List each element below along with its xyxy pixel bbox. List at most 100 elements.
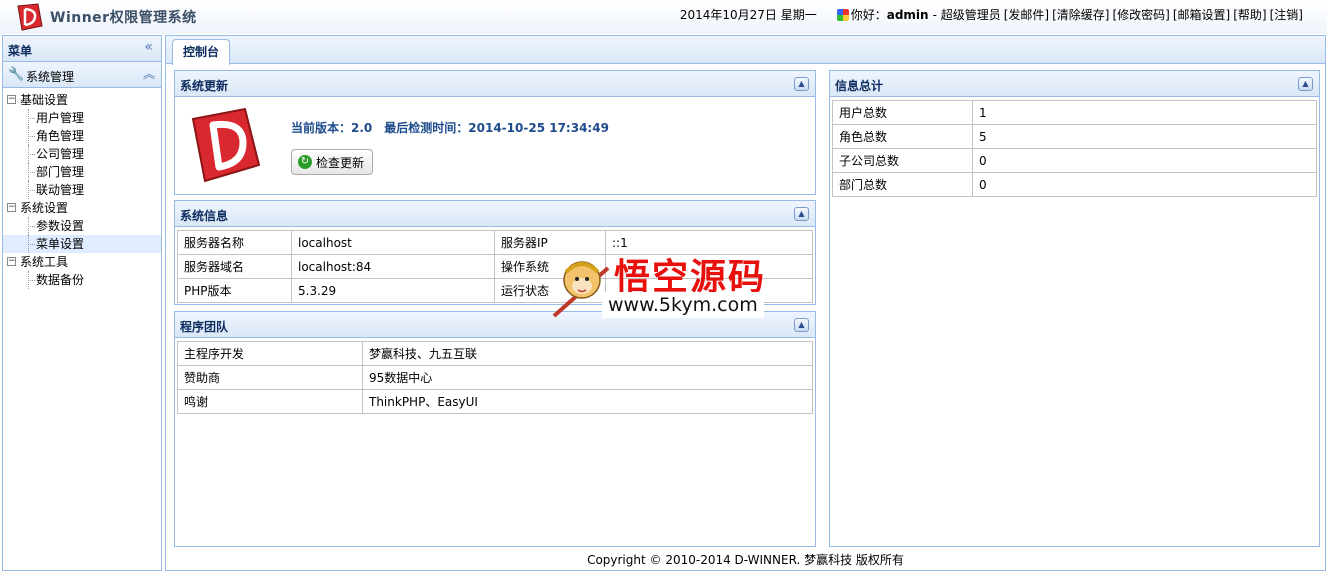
panel-header: 系统信息 ▲ (175, 201, 815, 227)
product-logo-icon (191, 107, 261, 183)
last-check-time: 2014-10-25 17:34:49 (468, 121, 609, 135)
tree-node-label: 部门管理 (36, 165, 85, 179)
table-row: 赞助商 95数据中心 (177, 365, 813, 390)
panel-title: 信息总计 (835, 79, 884, 93)
info-summary-table: 用户总数 1 角色总数 5 子公司总数 0 部门总数 0 (832, 100, 1317, 197)
wrench-icon: 🔧 (8, 67, 25, 82)
program-team-table: 主程序开发 梦赢科技、九五互联 赞助商 95数据中心 鸣谢 ThinkPHP、E… (177, 341, 813, 414)
program-team-panel: 程序团队 ▲ 主程序开发 梦赢科技、九五互联 赞助商 95数据中心 鸣谢 Thi… (174, 311, 816, 547)
send-mail-link[interactable]: [发邮件] (1004, 6, 1049, 23)
app-title: Winner权限管理系统 (50, 10, 197, 26)
table-row: 主程序开发 梦赢科技、九五互联 (177, 341, 813, 366)
accordion-header-system[interactable]: 🔧 系统管理 ︽ (3, 62, 161, 88)
logout-link[interactable]: [注销] (1270, 6, 1303, 23)
table-cell: 用户总数 (832, 100, 973, 125)
footer-copyright: Copyright © 2010-2014 D-WINNER. 梦赢科技 版权所… (587, 553, 904, 567)
table-cell: 服务器域名 (177, 254, 292, 279)
sidebar-title: 菜单 (8, 44, 33, 58)
table-cell: 0 (972, 148, 1317, 173)
table-row: 子公司总数 0 (832, 148, 1317, 173)
tree-node-label: 联动管理 (36, 183, 85, 197)
collapse-panel-button[interactable]: ▲ (794, 207, 809, 221)
table-cell: 角色总数 (832, 124, 973, 149)
table-row: 角色总数 5 (832, 124, 1317, 149)
greeting-label: 你好： (850, 8, 887, 22)
user-icon (836, 8, 849, 21)
system-update-panel: 系统更新 ▲ 当前版本：2.0 最后检测时间：2014-10-25 17:34:4… (174, 70, 816, 195)
current-version: 当前版本：2.0 (291, 121, 373, 135)
table-cell: 赞助商 (177, 365, 363, 390)
top-bar: Winner权限管理系统 2014年10月27日 星期一 你好： admin -… (0, 0, 1327, 34)
last-check-label: 最后检测时间： (384, 121, 469, 135)
change-password-link[interactable]: [修改密码] (1113, 6, 1170, 23)
panel-title: 程序团队 (180, 320, 229, 334)
tab-strip: 控制台 (166, 36, 1325, 65)
tree-node-label: 参数设置 (36, 219, 85, 233)
tree-node-menu-settings[interactable]: 菜单设置 (3, 235, 161, 253)
collapse-panel-button[interactable]: ▲ (794, 318, 809, 332)
table-cell: ThinkPHP、EasyUI (362, 389, 813, 414)
watermark-url: www.5kym.com (602, 292, 764, 318)
tree-node-department-management[interactable]: 部门管理 (3, 163, 161, 181)
table-cell: 部门总数 (832, 172, 973, 197)
tree-node-role-management[interactable]: 角色管理 (3, 127, 161, 145)
version-info: 当前版本：2.0 最后检测时间：2014-10-25 17:34:49 (291, 119, 609, 136)
table-row: 鸣谢 ThinkPHP、EasyUI (177, 389, 813, 414)
table-cell: 鸣谢 (177, 389, 363, 414)
table-cell: 95数据中心 (362, 365, 813, 390)
collapse-box-icon[interactable]: − (7, 95, 16, 104)
table-row: 用户总数 1 (832, 100, 1317, 125)
clear-cache-link[interactable]: [清除缓存] (1052, 6, 1109, 23)
tree-node-label: 菜单设置 (36, 237, 85, 251)
tree-node-data-backup[interactable]: 数据备份 (3, 271, 161, 289)
current-date: 2014年10月27日 星期一 (679, 8, 817, 22)
help-link[interactable]: [帮助] (1233, 6, 1266, 23)
table-cell: PHP版本 (177, 278, 292, 303)
check-update-button[interactable]: ↻ 检查更新 (291, 149, 374, 175)
tree-node-linkage-management[interactable]: 联动管理 (3, 181, 161, 199)
chevron-up-icon[interactable]: ︽ (143, 65, 155, 82)
tree-node-label: 用户管理 (36, 111, 85, 125)
tree-node-label: 角色管理 (36, 129, 85, 143)
refresh-icon: ↻ (298, 155, 312, 169)
watermark: 悟空源码 www.5kym.com (550, 248, 778, 322)
mailbox-settings-link[interactable]: [邮箱设置] (1173, 6, 1230, 23)
tree-node-parameter-settings[interactable]: 参数设置 (3, 217, 161, 235)
tree-node-system-tools[interactable]: − 系统工具 (3, 253, 161, 271)
panel-header: 系统更新 ▲ (175, 71, 815, 97)
table-cell: 子公司总数 (832, 148, 973, 173)
collapse-panel-button[interactable]: ▲ (1298, 77, 1313, 91)
tree-node-basic-settings[interactable]: − 基础设置 (3, 91, 161, 109)
table-cell: localhost:84 (291, 254, 495, 279)
collapse-box-icon[interactable]: − (7, 203, 16, 212)
table-cell: 服务器名称 (177, 230, 292, 255)
info-summary-panel: 信息总计 ▲ 用户总数 1 角色总数 5 子公司总数 0 部门总数 0 (829, 70, 1320, 547)
header-user-area: 2014年10月27日 星期一 你好： admin - 超级管理员 [发邮件] … (680, 6, 1303, 23)
tree-node-company-management[interactable]: 公司管理 (3, 145, 161, 163)
table-cell: 梦赢科技、九五互联 (362, 341, 813, 366)
sidebar-header: 菜单 « (3, 36, 161, 62)
collapse-panel-button[interactable]: ▲ (794, 77, 809, 91)
tree-node-label: 系统设置 (20, 201, 69, 215)
table-row: 部门总数 0 (832, 172, 1317, 197)
table-cell: 1 (972, 100, 1317, 125)
tree-node-label: 基础设置 (20, 93, 69, 107)
tab-console[interactable]: 控制台 (172, 39, 231, 65)
panel-header: 信息总计 ▲ (830, 71, 1319, 97)
panel-title: 系统更新 (180, 79, 229, 93)
table-cell: localhost (291, 230, 495, 255)
table-cell: 5 (972, 124, 1317, 149)
app-logo-icon (17, 3, 43, 31)
collapse-sidebar-icon[interactable]: « (144, 39, 153, 55)
tree-node-label: 系统工具 (20, 255, 69, 269)
table-cell: 0 (972, 172, 1317, 197)
tree-node-label: 公司管理 (36, 147, 85, 161)
user-role: - 超级管理员 (932, 8, 1001, 22)
tree-node-system-settings[interactable]: − 系统设置 (3, 199, 161, 217)
accordion-title: 系统管理 (26, 70, 75, 84)
collapse-box-icon[interactable]: − (7, 257, 16, 266)
tree-node-user-management[interactable]: 用户管理 (3, 109, 161, 127)
check-update-label: 检查更新 (316, 155, 365, 170)
panel-title: 系统信息 (180, 209, 229, 223)
sidebar: 菜单 « 🔧 系统管理 ︽ − 基础设置 用户管理 角色管理 公司管理 部门管理 … (2, 35, 162, 571)
